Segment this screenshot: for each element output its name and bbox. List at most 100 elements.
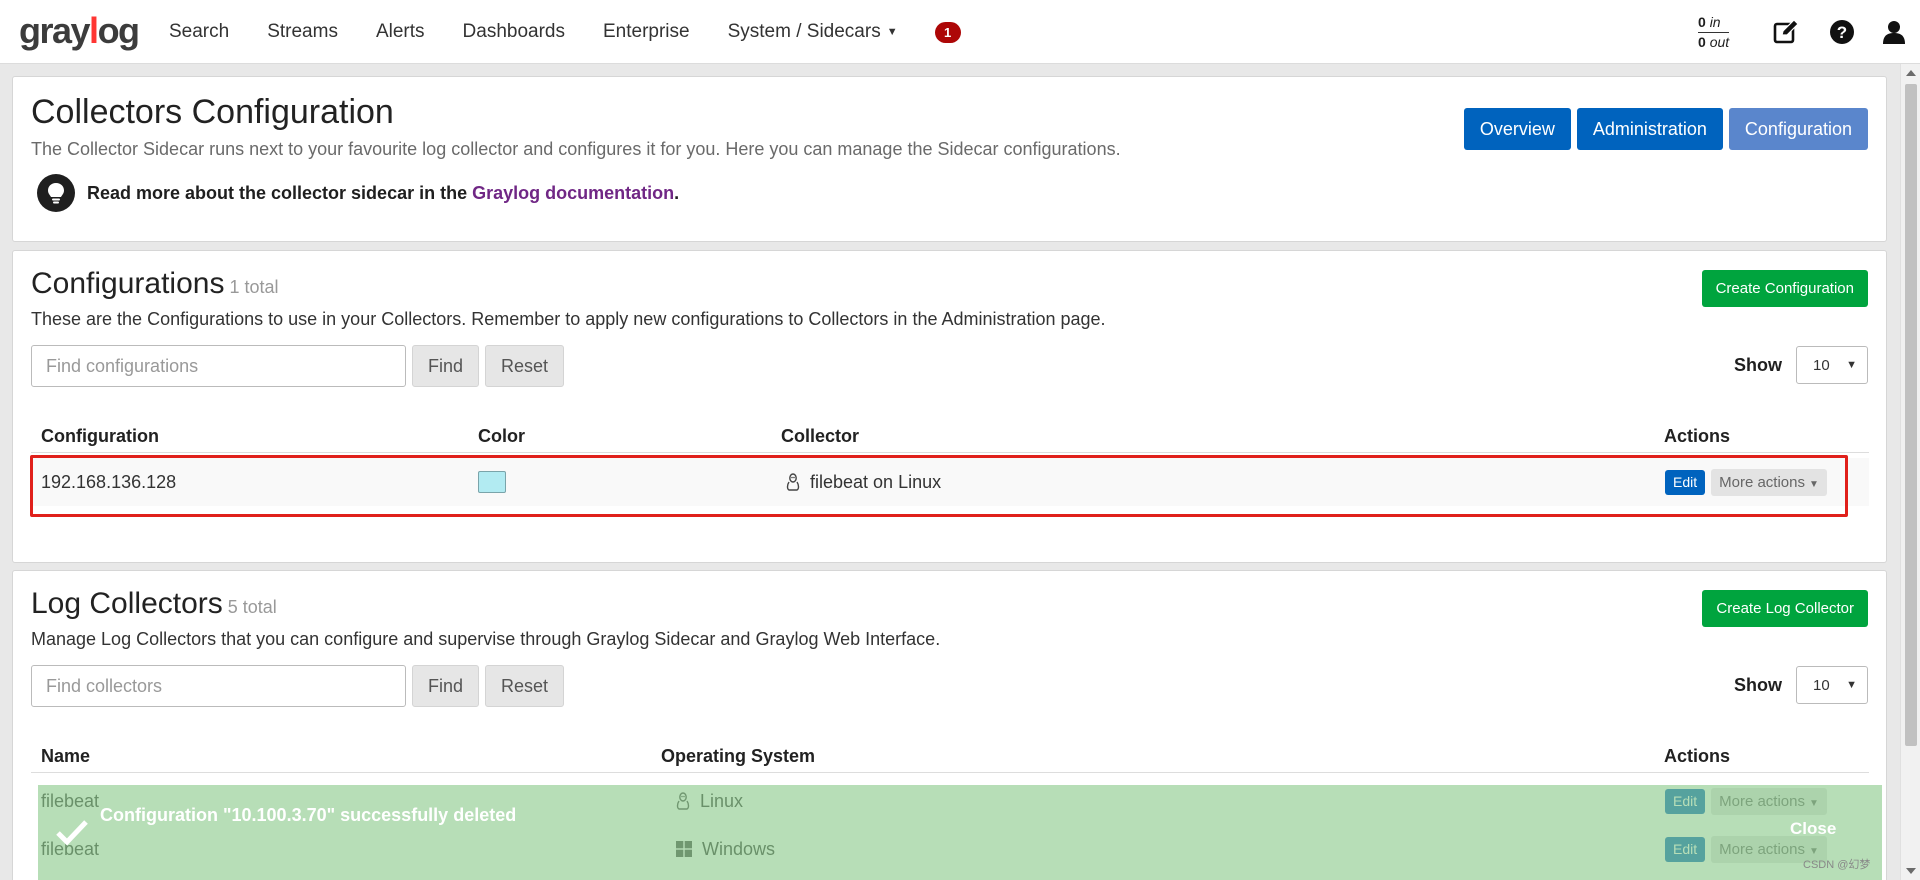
page-title: Collectors Configuration	[31, 93, 394, 131]
edit-button[interactable]: Edit	[1665, 469, 1706, 495]
edit-button[interactable]: Edit	[1665, 788, 1706, 814]
collectors-count: 5 total	[227, 597, 277, 617]
collectors-description: Manage Log Collectors that you can confi…	[31, 629, 941, 649]
throughput-in-label: in	[1709, 14, 1721, 30]
collector-row-name: filebeat	[41, 790, 100, 811]
collectors-page-size-select[interactable]: 10 ▼	[1796, 666, 1868, 704]
edit-button[interactable]: Edit	[1665, 836, 1706, 862]
configurations-description: These are the Configurations to use in y…	[31, 309, 1106, 329]
collector-name: filebeat on Linux	[810, 471, 942, 492]
column-actions: Actions	[1664, 746, 1731, 766]
os-name: Linux	[700, 790, 744, 811]
throughput-indicator[interactable]: 0 in 0 out	[1698, 13, 1730, 51]
nav-dashboards[interactable]: Dashboards	[463, 21, 565, 43]
configuration-name: 192.168.136.128	[41, 471, 177, 492]
configurations-find-button[interactable]: Find	[412, 345, 480, 387]
column-operating-system: Operating System	[661, 746, 816, 766]
show-label: Show	[1734, 354, 1782, 375]
collector-row-name: filebeat	[41, 838, 100, 859]
scroll-up-icon[interactable]	[1906, 70, 1916, 76]
more-actions-label: More actions	[1719, 792, 1805, 810]
page-subtitle: The Collector Sidecar runs next to your …	[31, 139, 1121, 159]
more-actions-button[interactable]: More actions ▼	[1711, 468, 1827, 496]
collectors-title: Log Collectors 5 total	[31, 587, 277, 621]
throughput-in-count: 0	[1698, 14, 1706, 30]
collectors-find-button[interactable]: Find	[412, 665, 480, 707]
row-actions: Edit More actions ▼	[1665, 458, 1827, 506]
doc-suffix: .	[674, 182, 680, 203]
chevron-down-icon: ▼	[1846, 359, 1857, 371]
user-icon[interactable]	[1880, 18, 1908, 46]
collectors-page-size: Show 10 ▼	[1734, 666, 1868, 704]
nav-menu: Search Streams Alerts Dashboards Enterpr…	[150, 0, 961, 64]
nav-streams[interactable]: Streams	[267, 21, 338, 43]
help-icon[interactable]: ?	[1828, 18, 1856, 46]
svg-text:?: ?	[1837, 23, 1847, 42]
configurations-table-header: Configuration Color Collector Actions	[31, 419, 1869, 453]
throughput-out-label: out	[1709, 34, 1730, 50]
collectors-reset-button[interactable]: Reset	[485, 665, 565, 707]
chevron-down-icon: ▼	[1846, 679, 1857, 691]
column-color: Color	[478, 426, 525, 446]
configurations-page-size: Show 10 ▼	[1734, 346, 1868, 384]
configuration-color	[478, 458, 506, 506]
collectors-search-form: Find Reset	[31, 665, 565, 707]
caret-down-icon: ▼	[1809, 478, 1819, 490]
documentation-link[interactable]: Graylog documentation	[472, 183, 674, 203]
collectors-search-input[interactable]	[31, 665, 406, 707]
documentation-hint: Read more about the collector sidecar in…	[37, 174, 679, 212]
configurations-title-text: Configurations	[31, 267, 225, 300]
page-size-value: 10	[1813, 676, 1830, 694]
header-panel: Collectors Configuration The Collector S…	[12, 76, 1887, 242]
top-navbar: graylog Search Streams Alerts Dashboards…	[0, 0, 1920, 64]
configurations-search-input[interactable]	[31, 345, 406, 387]
collectors-table-header: Name Operating System Actions	[31, 739, 1869, 773]
notification-badge[interactable]: 1	[934, 21, 961, 43]
create-configuration-button[interactable]: Create Configuration	[1701, 270, 1868, 307]
table-row: 192.168.136.128 filebeat on Linux Edit M…	[31, 458, 1869, 506]
more-actions-button[interactable]: More actions ▼	[1711, 787, 1827, 815]
configurations-count: 1 total	[229, 277, 279, 297]
notification-close-button[interactable]: Close	[1790, 819, 1836, 839]
configuration-button[interactable]: Configuration	[1728, 108, 1868, 150]
more-actions-label: More actions	[1719, 840, 1805, 858]
configurations-reset-button[interactable]: Reset	[485, 345, 565, 387]
throughput-out-count: 0	[1698, 34, 1706, 50]
create-log-collector-button[interactable]: Create Log Collector	[1702, 590, 1868, 627]
page-scrollbar[interactable]	[1900, 64, 1920, 880]
configurations-search-form: Find Reset	[31, 345, 565, 387]
edit-icon[interactable]	[1772, 18, 1800, 46]
caret-down-icon: ▼	[1809, 845, 1819, 857]
configuration-collector: filebeat on Linux	[786, 458, 941, 506]
nav-system-label: System / Sidecars	[727, 21, 881, 42]
log-collectors-panel: Log Collectors 5 total Manage Log Collect…	[12, 570, 1887, 880]
row-actions: Edit More actions ▼	[1665, 777, 1827, 825]
nav-alerts[interactable]: Alerts	[376, 21, 425, 43]
show-label: Show	[1734, 674, 1782, 695]
linux-icon	[786, 473, 800, 491]
caret-down-icon: ▼	[886, 26, 898, 38]
section-tabs: Overview Administration Configuration	[1463, 108, 1868, 150]
collector-row-os: Windows	[676, 825, 775, 873]
doc-prefix: Read more about the collector sidecar in…	[87, 182, 473, 203]
scroll-down-icon[interactable]	[1906, 868, 1916, 874]
scrollbar-thumb[interactable]	[1905, 84, 1917, 746]
configurations-page-size-select[interactable]: 10 ▼	[1796, 346, 1868, 384]
administration-button[interactable]: Administration	[1576, 108, 1723, 150]
documentation-text: Read more about the collector sidecar in…	[87, 183, 679, 204]
windows-icon	[676, 841, 692, 857]
collectors-title-text: Log Collectors	[31, 587, 223, 620]
watermark: CSDN @幻梦	[1803, 859, 1871, 871]
column-name: Name	[41, 746, 91, 766]
color-swatch	[478, 471, 506, 493]
nav-search[interactable]: Search	[169, 21, 229, 43]
table-row: filebeat Linux Edit More actions ▼	[31, 777, 1869, 825]
nav-enterprise[interactable]: Enterprise	[603, 21, 690, 43]
column-collector: Collector	[781, 426, 860, 446]
graylog-logo[interactable]: graylog	[19, 12, 140, 50]
caret-down-icon: ▼	[1809, 797, 1819, 809]
overview-button[interactable]: Overview	[1463, 108, 1571, 150]
nav-system-sidecars[interactable]: System / Sidecars ▼	[728, 21, 898, 43]
os-name: Windows	[702, 838, 776, 859]
column-configuration: Configuration	[41, 426, 159, 446]
